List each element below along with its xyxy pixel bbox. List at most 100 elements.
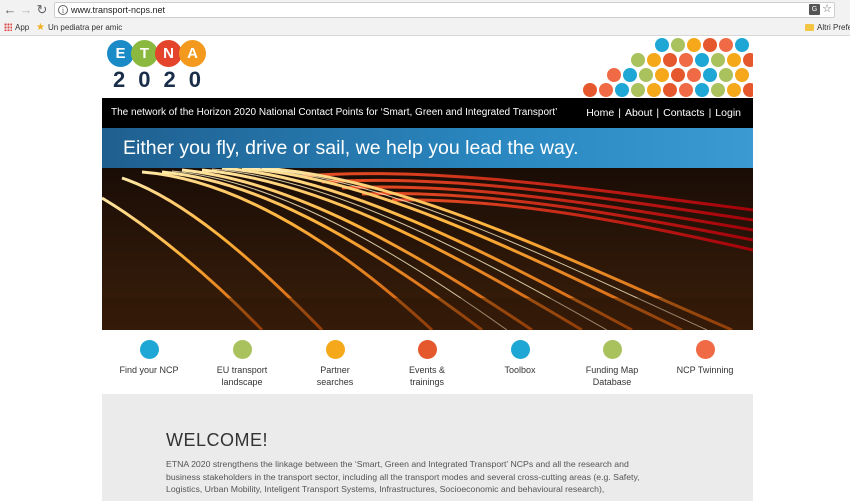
- logo-letter-e: E: [107, 40, 134, 67]
- transport-mode-icon: [599, 83, 613, 97]
- transport-mode-icon: [679, 53, 693, 67]
- transport-mode-icon: [703, 68, 717, 82]
- info-icon[interactable]: i: [58, 5, 68, 15]
- feature-label: Funding Map Database: [585, 365, 639, 387]
- welcome-title: WELCOME!: [166, 430, 269, 450]
- menu-separator: |: [656, 107, 660, 119]
- transport-mode-icon: [695, 53, 709, 67]
- transport-mode-icon: [727, 53, 741, 67]
- welcome-section: WELCOME! ETNA 2020 strengthens the linka…: [102, 394, 753, 501]
- transport-mode-icon: [663, 83, 677, 97]
- feature-eu-transport-landscape[interactable]: EU transport landscape: [197, 340, 287, 388]
- bookmark-other-label: Altri Prefer: [817, 23, 850, 32]
- reload-icon[interactable]: ↻: [34, 2, 50, 18]
- feature-funding-map-database[interactable]: Funding Map Database: [567, 340, 657, 388]
- logo-letter-a: A: [179, 40, 206, 67]
- transport-mode-icon: [719, 38, 733, 52]
- web-page: E T N A 2020 The network of the Horizon …: [0, 37, 850, 501]
- feature-find-your-ncp[interactable]: Find your NCP: [104, 340, 194, 376]
- transport-mode-icon: [623, 68, 637, 82]
- transport-mode-icon: [727, 83, 741, 97]
- bookmark-apps-label: App: [15, 23, 30, 32]
- menu-home[interactable]: Home: [586, 107, 614, 119]
- feature-events-trainings[interactable]: Events & trainings: [382, 340, 472, 388]
- menu-separator: |: [618, 107, 621, 119]
- transport-mode-icon: [711, 53, 725, 67]
- logo-letter-n: N: [155, 40, 182, 67]
- feature-label: Partner searches: [316, 365, 354, 387]
- bookmark-star-icon[interactable]: ☆: [822, 3, 832, 16]
- menu-contacts[interactable]: Contacts: [663, 107, 704, 119]
- transport-mode-icon: [719, 68, 733, 82]
- transport-mode-icon: [735, 38, 749, 52]
- transport-mode-icon: [647, 83, 661, 97]
- welcome-body: ETNA 2020 strengthens the linkage betwee…: [166, 459, 640, 495]
- hero-banner-text: Either you fly, drive or sail, we help y…: [123, 137, 579, 159]
- ncp-twinning-icon: [695, 340, 715, 359]
- bookmark-item[interactable]: ★ Un pediatra per amic: [36, 20, 122, 36]
- transport-mode-icon: [687, 68, 701, 82]
- feature-label: EU transport landscape: [216, 365, 268, 387]
- transport-mode-icon: [743, 53, 753, 67]
- etna-logo[interactable]: E T N A 2020: [107, 40, 214, 92]
- feature-label: Find your NCP: [119, 365, 179, 375]
- star-icon: ★: [36, 22, 45, 33]
- hero-section: Either you fly, drive or sail, we help y…: [102, 128, 753, 330]
- apps-grid-icon: [4, 23, 12, 31]
- transport-mode-icon: [631, 83, 645, 97]
- events-icon: [417, 340, 437, 359]
- logo-year: 2020: [113, 67, 214, 92]
- translate-icon[interactable]: G: [809, 4, 820, 15]
- transport-mode-icon: [655, 38, 669, 52]
- toolbox-icon: [510, 340, 530, 359]
- partner-searches-icon: [325, 340, 345, 359]
- back-icon[interactable]: ←: [2, 2, 18, 18]
- funding-map-icon: [602, 340, 622, 359]
- transport-mode-icon: [631, 53, 645, 67]
- feature-label: Events & trainings: [408, 365, 446, 387]
- browser-toolbar: ← → ↻ i www.transport-ncps.net G ☆: [0, 0, 850, 20]
- transport-mode-icon: [735, 68, 749, 82]
- bookmarks-bar: App ★Un pediatra per amic Altri Prefer: [0, 20, 850, 36]
- transport-mode-icon: [671, 38, 685, 52]
- transport-mode-icon: [647, 53, 661, 67]
- eu-transport-icon: [232, 340, 252, 359]
- top-navbar: The network of the Horizon 2020 National…: [102, 98, 753, 128]
- address-bar[interactable]: i www.transport-ncps.net G ☆: [54, 2, 835, 18]
- menu-separator: |: [708, 107, 712, 119]
- highway-light-trails-image: [102, 168, 753, 330]
- transport-mode-icon: [671, 68, 685, 82]
- transport-mode-icon: [607, 68, 621, 82]
- transport-mode-icon: [663, 53, 677, 67]
- network-tagline: The network of the Horizon 2020 National…: [111, 107, 558, 118]
- hero-banner: Either you fly, drive or sail, we help y…: [102, 128, 753, 168]
- main-menu: Home | About | Contacts | Login: [586, 98, 741, 128]
- bookmark-other[interactable]: Altri Prefer: [805, 20, 850, 36]
- feature-toolbox[interactable]: Toolbox: [475, 340, 565, 376]
- menu-login[interactable]: Login: [715, 107, 741, 119]
- transport-mode-icon: [639, 68, 653, 82]
- transport-mode-icon: [615, 83, 629, 97]
- logo-letter-t: T: [131, 40, 158, 67]
- transport-mode-icon: [743, 83, 753, 97]
- transport-mode-icon: [687, 38, 701, 52]
- url-text[interactable]: www.transport-ncps.net: [71, 4, 165, 17]
- bookmark-item-label: Un pediatra per amic: [47, 23, 123, 32]
- transport-mode-icon: [679, 83, 693, 97]
- feature-ncp-twinning[interactable]: NCP Twinning: [660, 340, 750, 376]
- find-ncp-icon: [139, 340, 159, 359]
- transport-mode-icon: [583, 83, 597, 97]
- transport-mode-icon: [703, 38, 717, 52]
- transport-mode-icon: [655, 68, 669, 82]
- forward-icon[interactable]: →: [18, 2, 34, 18]
- decorative-transport-icons: [575, 37, 753, 97]
- transport-mode-icon: [695, 83, 709, 97]
- feature-partner-searches[interactable]: Partner searches: [290, 340, 380, 388]
- feature-label: NCP Twinning: [676, 365, 734, 375]
- menu-about[interactable]: About: [625, 107, 652, 119]
- bookmark-apps[interactable]: App: [4, 20, 29, 36]
- feature-icons-row: Find your NCP EU transport landscape Par…: [102, 330, 753, 394]
- feature-label: Toolbox: [504, 365, 536, 375]
- transport-mode-icon: [711, 83, 725, 97]
- folder-icon: [805, 24, 814, 31]
